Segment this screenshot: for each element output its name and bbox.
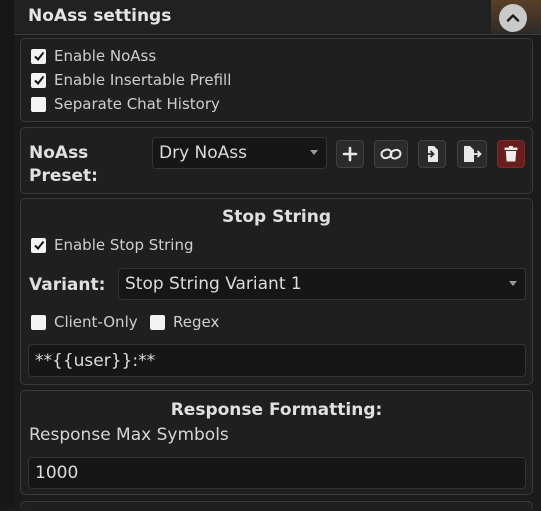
checkmark-icon [33, 51, 44, 62]
enable-insertable-prefill-label: Enable Insertable Prefill [54, 71, 232, 89]
app-left-edge [0, 0, 14, 507]
response-max-symbols-label: Response Max Symbols [29, 425, 229, 445]
file-export-icon [464, 146, 482, 162]
response-max-symbols-value: 1000 [35, 463, 79, 483]
regex-label: Regex [173, 313, 220, 331]
drawer-title: NoAss settings [28, 6, 172, 26]
preset-label: NoAss Preset: [29, 143, 98, 186]
preset-select-value: Dry NoAss [159, 143, 248, 163]
stop-string-value: **{{user}}:** [35, 350, 156, 371]
response-max-symbols-input[interactable]: 1000 [28, 457, 526, 489]
variant-select[interactable]: Stop String Variant 1 [118, 268, 526, 300]
enable-insertable-prefill-toggle[interactable]: Enable Insertable Prefill [31, 71, 231, 89]
regex-checkbox[interactable] [150, 314, 165, 330]
regex-toggle[interactable]: Regex [150, 313, 219, 331]
import-preset-button[interactable] [418, 140, 446, 168]
export-preset-button[interactable] [457, 140, 487, 168]
separate-chat-history-checkbox[interactable] [31, 96, 46, 112]
next-panel-edge [20, 501, 533, 511]
variant-label: Variant: [29, 275, 106, 295]
client-only-toggle[interactable]: Client-Only [31, 313, 138, 331]
general-settings-panel: Enable NoAss Enable Insertable Prefill S… [20, 38, 533, 122]
client-only-checkbox[interactable] [31, 314, 46, 330]
stop-string-input[interactable]: **{{user}}:** [28, 344, 526, 377]
collapse-button[interactable] [499, 4, 527, 32]
variant-select-value: Stop String Variant 1 [125, 274, 302, 294]
enable-stop-string-label: Enable Stop String [54, 236, 194, 254]
client-only-label: Client-Only [54, 313, 138, 331]
response-formatting-title: Response Formatting: [170, 400, 383, 420]
separate-chat-history-label: Separate Chat History [54, 95, 220, 113]
link-preset-button[interactable] [374, 140, 408, 168]
preset-select[interactable]: Dry NoAss [152, 137, 327, 169]
trash-icon [504, 146, 518, 162]
drawer-header[interactable]: NoAss settings [14, 0, 541, 35]
delete-preset-button[interactable] [497, 140, 525, 168]
checkmark-icon [33, 75, 44, 86]
enable-noass-toggle[interactable]: Enable NoAss [31, 47, 156, 65]
checkmark-icon [33, 240, 44, 251]
stop-string-title: Stop String [222, 207, 331, 227]
link-icon [380, 148, 402, 160]
enable-noass-checkbox[interactable] [31, 48, 46, 64]
add-preset-button[interactable] [336, 140, 364, 168]
enable-stop-string-checkbox[interactable] [31, 237, 46, 253]
enable-noass-label: Enable NoAss [54, 47, 157, 65]
separate-chat-history-toggle[interactable]: Separate Chat History [31, 95, 220, 113]
enable-stop-string-toggle[interactable]: Enable Stop String [31, 236, 194, 254]
enable-insertable-prefill-checkbox[interactable] [31, 72, 46, 88]
plus-icon [342, 146, 358, 162]
file-import-icon [425, 146, 438, 162]
dropdown-arrow-icon [310, 150, 318, 155]
dropdown-arrow-icon [509, 281, 517, 286]
chevron-up-icon [506, 14, 520, 22]
